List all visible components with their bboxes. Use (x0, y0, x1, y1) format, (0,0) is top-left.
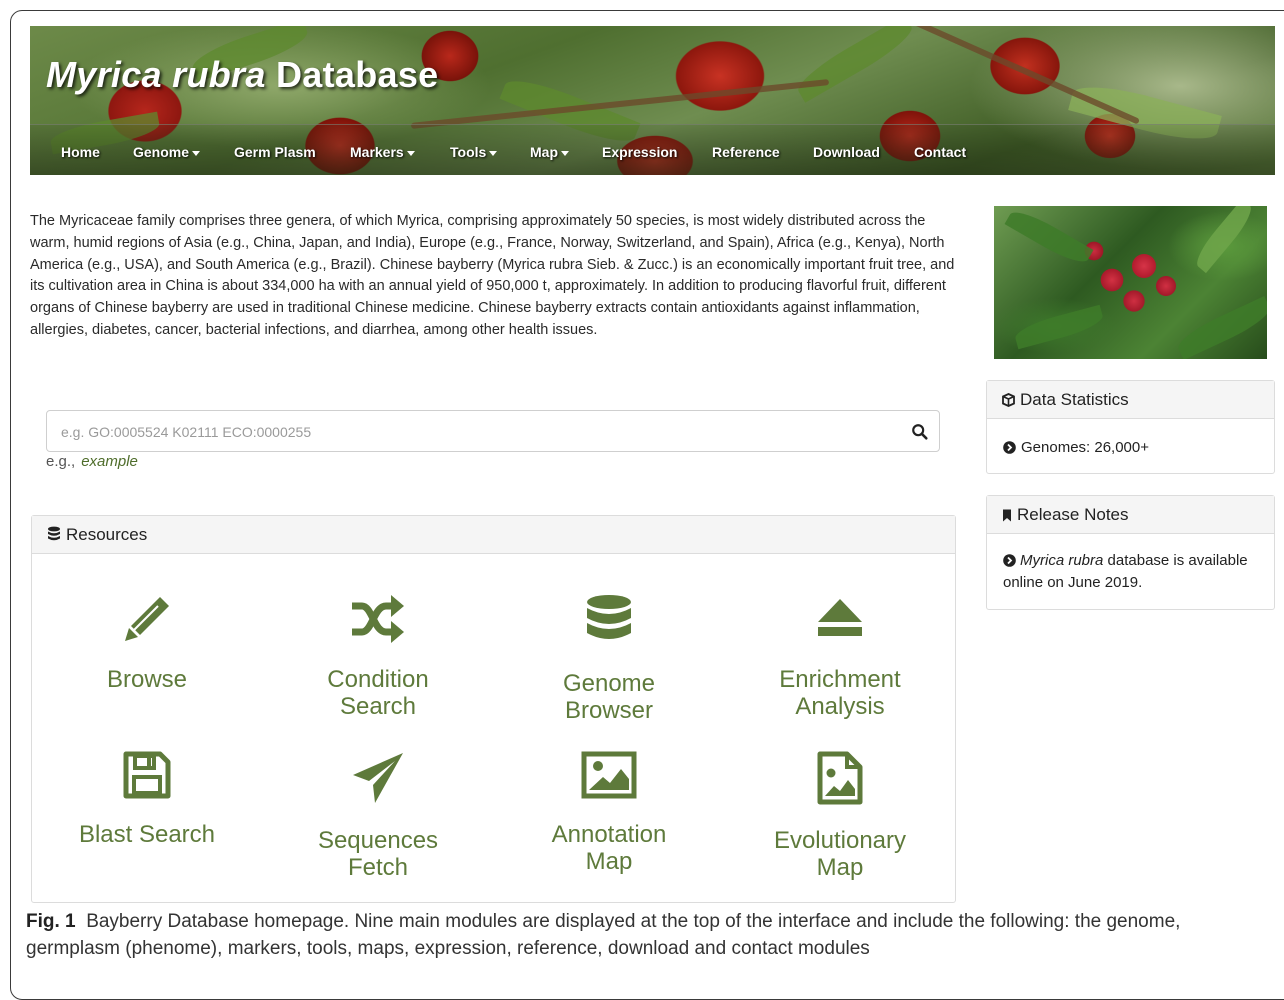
resource-label: Annotation Map (551, 821, 667, 875)
resource-label: Sequences Fetch (317, 827, 439, 881)
resource-label: Blast Search (78, 821, 216, 848)
resource-label: Evolutionary Map (773, 827, 907, 881)
nav-map[interactable]: Map (530, 144, 569, 160)
resource-evolutionary-map[interactable]: Evolutionary Map (740, 751, 940, 881)
resource-label: Browse (106, 666, 188, 693)
data-statistics-header: Data Statistics (987, 381, 1274, 419)
chevron-down-icon (561, 150, 569, 156)
bookmark-icon (1003, 509, 1011, 522)
resource-blast-search[interactable]: Blast Search (47, 751, 247, 848)
image-file-icon (817, 751, 863, 805)
nav-tools[interactable]: Tools (450, 144, 498, 160)
resource-enrichment-analysis[interactable]: Enrichment Analysis (740, 594, 940, 720)
intro-paragraph: The Myricaceae family comprises three ge… (30, 213, 955, 338)
resource-condition-search[interactable]: Condition Search (278, 594, 478, 720)
nav-download[interactable]: Download (813, 144, 880, 160)
resource-browse[interactable]: Browse (47, 594, 247, 693)
release-note-item: Myrica rubra database is available onlin… (1003, 552, 1248, 591)
nav-home[interactable]: Home (61, 144, 100, 160)
nav-genome[interactable]: Genome (133, 144, 201, 160)
caption-text: Bayberry Database homepage. Nine main mo… (26, 911, 1181, 959)
data-statistics-panel: Data Statistics Genomes: 26,000+ (986, 380, 1275, 474)
release-notes-header: Release Notes (987, 496, 1274, 534)
genomes-stat: Genomes: 26,000+ (1003, 439, 1149, 456)
database-icon (587, 595, 631, 639)
resource-label: Genome Browser (562, 670, 656, 724)
resources-header: Resources (32, 516, 955, 554)
nav-contact[interactable]: Contact (914, 144, 966, 160)
resource-label: Condition Search (327, 666, 429, 720)
nav-reference[interactable]: Reference (712, 144, 780, 160)
chevron-circle-right-icon (1003, 441, 1016, 454)
search-example: e.g., example (46, 453, 138, 470)
figure-label: Fig. 1 (26, 911, 76, 932)
resource-label: Enrichment Analysis (779, 666, 901, 720)
paper-plane-icon (353, 753, 403, 803)
shuffle-icon (352, 595, 404, 643)
chevron-circle-right-icon (1003, 554, 1016, 567)
resources-title: Resources (66, 525, 148, 544)
example-label: e.g., (46, 453, 76, 470)
resource-genome-browser[interactable]: Genome Browser (509, 594, 709, 724)
resource-annotation-map[interactable]: Annotation Map (509, 751, 709, 875)
site-title: Myrica rubra Database (46, 54, 439, 95)
eject-icon (818, 599, 862, 636)
nav-expression[interactable]: Expression (602, 144, 677, 160)
release-notes-title: Release Notes (1017, 505, 1129, 524)
search-box (46, 410, 940, 452)
bayberry-photo (994, 206, 1267, 359)
nav-markers[interactable]: Markers (350, 144, 415, 160)
data-statistics-title: Data Statistics (1020, 390, 1129, 409)
picture-icon (581, 751, 637, 799)
resources-panel: Resources Browse Condition Search Genome B… (31, 515, 956, 903)
chevron-down-icon (406, 150, 415, 156)
example-link[interactable]: example (81, 453, 138, 470)
search-input[interactable] (59, 421, 883, 443)
pencil-icon (125, 597, 169, 641)
floppy-disk-icon (123, 751, 171, 799)
nav-germplasm[interactable]: Germ Plasm (234, 144, 316, 160)
release-notes-panel: Release Notes Myrica rubra database is a… (986, 495, 1275, 610)
resource-sequences-fetch[interactable]: Sequences Fetch (278, 751, 478, 881)
database-icon (48, 526, 60, 541)
search-icon[interactable] (911, 423, 929, 441)
chevron-down-icon (192, 150, 201, 156)
cube-icon (1002, 393, 1015, 407)
figure-caption: Fig. 1 Bayberry Database homepage. Nine … (26, 908, 1266, 962)
chevron-down-icon (489, 150, 498, 156)
